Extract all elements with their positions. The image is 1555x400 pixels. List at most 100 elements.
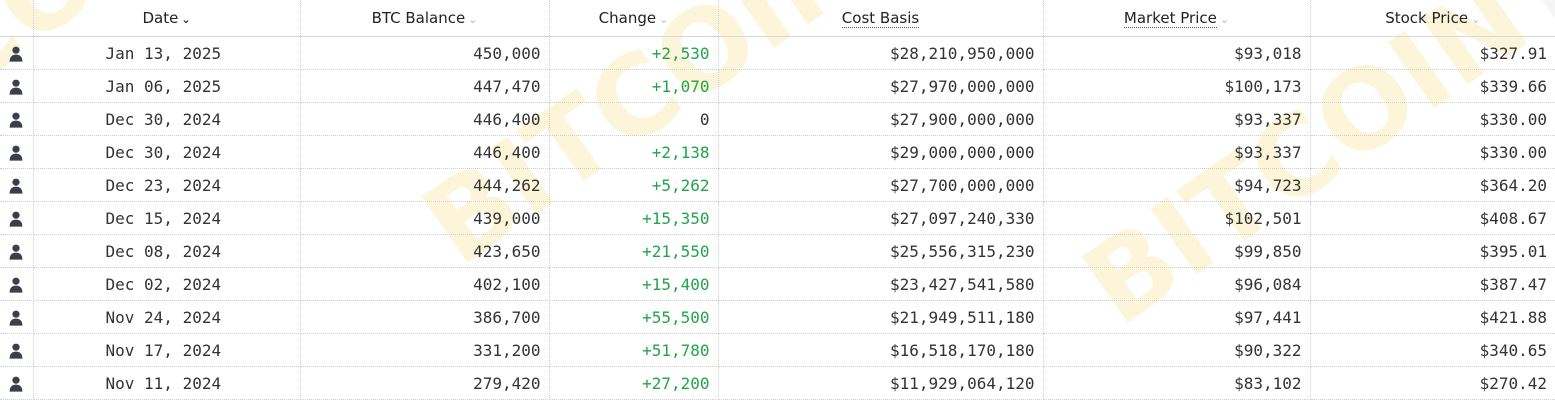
row-icon-cell[interactable] [0,69,34,103]
row-icon-cell[interactable] [0,36,34,70]
table-row: Dec 30, 2024 446,400 +2,138 $29,000,000,000… [0,135,1555,169]
person-icon[interactable] [9,110,23,129]
person-icon[interactable] [9,242,23,261]
cell-market-price: $96,084 [1043,267,1311,301]
cell-btc-balance: 446,400 [300,135,550,169]
cell-market-price: $99,850 [1043,234,1311,268]
cell-change: 0 [549,102,719,136]
cell-btc-balance: 446,400 [300,102,550,136]
header-date[interactable]: Date ⌄ [33,0,301,37]
header-date-label: Date [142,9,179,27]
cell-cost-basis: $27,970,000,000 [718,69,1044,103]
row-icon-cell[interactable] [0,267,34,301]
table-row: Nov 24, 2024 386,700 +55,500 $21,949,511,18… [0,300,1555,334]
table-row: Dec 15, 2024 439,000 +15,350 $27,097,240,33… [0,201,1555,235]
cell-btc-balance: 439,000 [300,201,550,235]
cell-btc-balance: 447,470 [300,69,550,103]
cell-market-price: $83,102 [1043,366,1311,400]
cell-stock-price: $330.00 [1310,135,1555,169]
header-market-price[interactable]: Market Price ⌄ [1043,0,1311,37]
cell-stock-price: $270.42 [1310,366,1555,400]
cell-cost-basis: $23,427,541,580 [718,267,1044,301]
person-icon[interactable] [9,143,23,162]
person-icon[interactable] [9,275,23,294]
cell-change: +1,070 [549,69,719,103]
cell-stock-price: $395.01 [1310,234,1555,268]
cell-market-price: $102,501 [1043,201,1311,235]
cell-stock-price: $387.47 [1310,267,1555,301]
person-icon[interactable] [9,77,23,96]
cell-btc-balance: 402,100 [300,267,550,301]
header-stock-price-label: Stock Price [1385,9,1469,27]
cell-change: +27,200 [549,366,719,400]
cell-market-price: $90,322 [1043,333,1311,367]
cell-cost-basis: $27,700,000,000 [718,168,1044,202]
cell-cost-basis: $29,000,000,000 [718,135,1044,169]
table-row: Nov 17, 2024 331,200 +51,780 $16,518,170,18… [0,333,1555,367]
row-icon-cell[interactable] [0,201,34,235]
cell-date: Nov 17, 2024 [33,333,301,367]
cell-date: Dec 23, 2024 [33,168,301,202]
cell-market-price: $100,173 [1043,69,1311,103]
cell-change: +21,550 [549,234,719,268]
table-row: Dec 30, 2024 446,400 0 $27,900,000,000 $93,3… [0,102,1555,136]
person-icon[interactable] [9,44,23,63]
cell-btc-balance: 423,650 [300,234,550,268]
cell-date: Jan 13, 2025 [33,36,301,70]
row-icon-cell[interactable] [0,135,34,169]
cell-stock-price: $330.00 [1310,102,1555,136]
cell-change: +5,262 [549,168,719,202]
header-cost-basis[interactable]: Cost Basis [718,0,1044,37]
person-icon[interactable] [9,341,23,360]
row-icon-cell[interactable] [0,168,34,202]
person-icon[interactable] [9,308,23,327]
table-row: Jan 06, 2025 447,470 +1,070 $27,970,000,000… [0,69,1555,103]
header-icon-col [0,0,34,37]
table-row: Dec 23, 2024 444,262 +5,262 $27,700,000,000… [0,168,1555,202]
chevron-down-icon: ⌄ [468,13,478,26]
person-icon[interactable] [9,176,23,195]
cell-btc-balance: 444,262 [300,168,550,202]
btc-holdings-table: Date ⌄ BTC Balance ⌄ Change ⌄ Cost Basis Ma… [0,0,1555,400]
table-row: Jan 13, 2025 450,000 +2,530 $28,210,950,000… [0,36,1555,70]
person-icon[interactable] [9,209,23,228]
cell-market-price: $94,723 [1043,168,1311,202]
cell-cost-basis: $27,900,000,000 [718,102,1044,136]
cell-stock-price: $408.67 [1310,201,1555,235]
header-change[interactable]: Change ⌄ [549,0,719,37]
cell-change: +15,400 [549,267,719,301]
header-stock-price[interactable]: Stock Price ⌄ [1310,0,1555,37]
cell-date: Nov 11, 2024 [33,366,301,400]
cell-market-price: $93,337 [1043,135,1311,169]
row-icon-cell[interactable] [0,234,34,268]
cell-date: Nov 24, 2024 [33,300,301,334]
cell-cost-basis: $11,929,064,120 [718,366,1044,400]
chevron-down-icon: ⌄ [181,13,191,26]
cell-stock-price: $421.88 [1310,300,1555,334]
row-icon-cell[interactable] [0,300,34,334]
cell-btc-balance: 279,420 [300,366,550,400]
holdings-table-view: BITCOINTREASURIES.NETBITCOINTREASURIES.N… [0,0,1555,400]
row-icon-cell[interactable] [0,102,34,136]
cell-cost-basis: $27,097,240,330 [718,201,1044,235]
person-icon[interactable] [9,374,23,393]
cell-stock-price: $364.20 [1310,168,1555,202]
cell-change: +2,530 [549,36,719,70]
chevron-down-icon: ⌄ [659,13,669,26]
chevron-down-icon: ⌄ [1471,13,1481,26]
header-cost-basis-label: Cost Basis [841,9,920,28]
cell-cost-basis: $21,949,511,180 [718,300,1044,334]
header-market-price-label: Market Price [1123,9,1217,28]
table-header-row: Date ⌄ BTC Balance ⌄ Change ⌄ Cost Basis Ma… [0,0,1555,37]
cell-cost-basis: $28,210,950,000 [718,36,1044,70]
cell-date: Dec 08, 2024 [33,234,301,268]
cell-date: Dec 30, 2024 [33,102,301,136]
cell-btc-balance: 450,000 [300,36,550,70]
header-btc-balance[interactable]: BTC Balance ⌄ [300,0,550,37]
cell-change: +51,780 [549,333,719,367]
table-row: Dec 02, 2024 402,100 +15,400 $23,427,541,58… [0,267,1555,301]
row-icon-cell[interactable] [0,366,34,400]
table-row: Dec 08, 2024 423,650 +21,550 $25,556,315,23… [0,234,1555,268]
row-icon-cell[interactable] [0,333,34,367]
cell-change: +2,138 [549,135,719,169]
